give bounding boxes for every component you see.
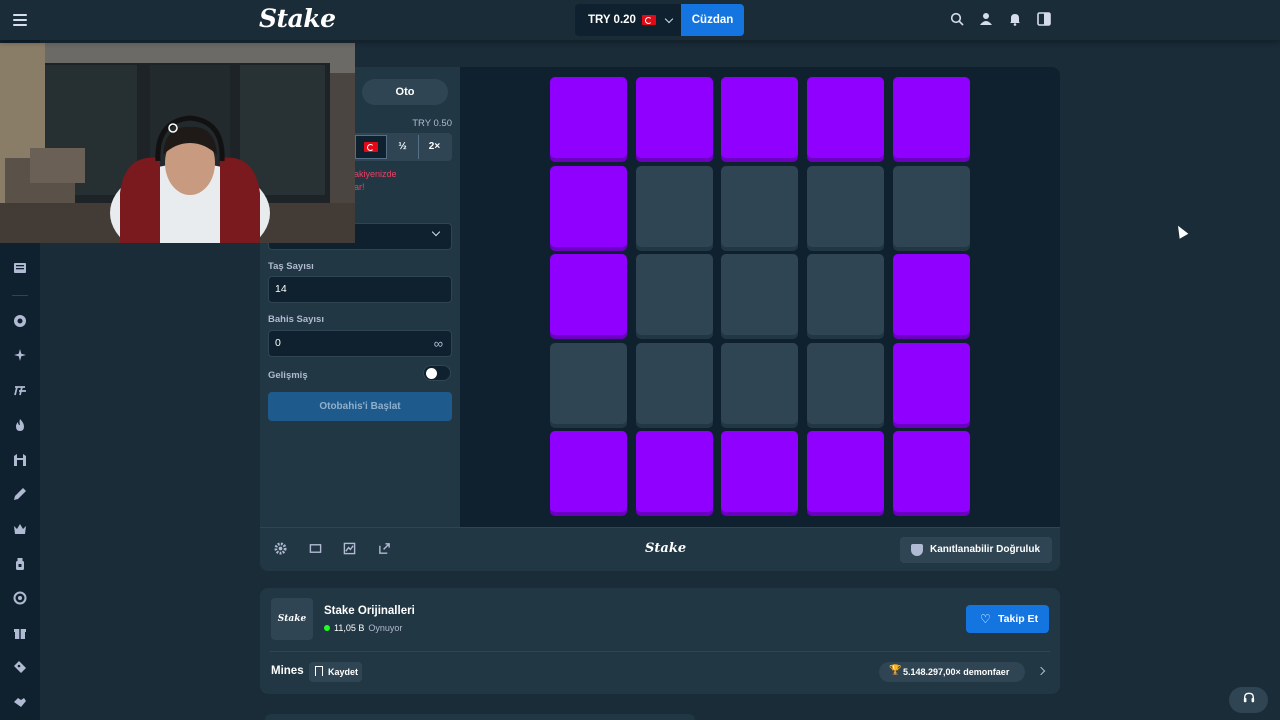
revealed-tile[interactable]: [550, 431, 627, 512]
hidden-tile[interactable]: [807, 343, 884, 424]
provably-fair-label: Kanıtlanabilir Doğruluk: [930, 544, 1041, 555]
infinity-icon[interactable]: ∞: [434, 331, 443, 356]
bookmark-icon: [315, 666, 323, 676]
trophy-icon: 🏆: [889, 665, 902, 676]
save-label: Kaydet: [328, 667, 359, 677]
hidden-tile[interactable]: [636, 166, 713, 247]
revealed-tile[interactable]: [550, 77, 627, 158]
user-icon[interactable]: [979, 12, 993, 26]
record-text: 5.148.297,00× demonfaer: [903, 667, 1010, 677]
turkey-flag-icon: [641, 15, 656, 25]
poker-chip-icon[interactable]: [12, 314, 28, 330]
settings-icon[interactable]: [273, 542, 287, 556]
footer-stake-logo: Stake: [645, 541, 687, 556]
theatre-icon[interactable]: [308, 542, 322, 556]
stats-icon[interactable]: [342, 542, 356, 556]
shield-check-icon: [911, 544, 923, 556]
mines-count-label: Taş Sayısı: [268, 261, 314, 272]
revealed-tile[interactable]: [893, 431, 970, 512]
bets-count-label: Bahis Sayısı: [268, 314, 324, 325]
hidden-tile[interactable]: [636, 254, 713, 335]
sports-icon[interactable]: [12, 383, 28, 399]
info-divider: [270, 651, 1050, 652]
top-bar: Stake TRY 0.20 Cüzdan: [0, 0, 1280, 40]
hidden-tile[interactable]: [721, 343, 798, 424]
turkey-flag-icon: [364, 142, 378, 152]
mines-grid: [550, 77, 970, 513]
stake-logo[interactable]: Stake: [259, 4, 336, 33]
balance-amount: TRY 0.20: [588, 14, 636, 26]
revealed-tile[interactable]: [893, 77, 970, 158]
players-online: 11,05 B Oynuyor: [324, 623, 402, 633]
sidebar-toggle-icon[interactable]: [1037, 12, 1051, 26]
stadium-icon[interactable]: [12, 453, 28, 469]
next-section-edge: [265, 714, 695, 720]
players-count: 11,05 B: [334, 623, 365, 633]
hidden-tile[interactable]: [721, 166, 798, 247]
ticket-icon[interactable]: [12, 660, 28, 676]
currency-flag: [355, 135, 387, 159]
handshake-icon[interactable]: [12, 695, 28, 711]
balance-warning: akiyenizde ar!: [354, 168, 397, 194]
jar-icon[interactable]: [12, 557, 28, 573]
gift-icon[interactable]: [12, 626, 28, 642]
chevron-down-icon: [431, 227, 441, 237]
start-autobet-button[interactable]: Otobahis'i Başlat: [268, 392, 452, 421]
warning-line-2: ar!: [354, 182, 365, 192]
revealed-tile[interactable]: [636, 431, 713, 512]
players-label: Oynuyor: [368, 623, 403, 633]
fire-icon[interactable]: [12, 418, 28, 434]
search-icon[interactable]: [950, 12, 964, 26]
bets-count-value: 0: [275, 337, 281, 349]
news-icon[interactable]: [12, 261, 28, 277]
revealed-tile[interactable]: [893, 343, 970, 424]
webcam-overlay: [0, 43, 355, 243]
half-bet-button[interactable]: ½: [387, 135, 418, 159]
sidebar-divider: [12, 295, 28, 296]
follow-label: Takip Et: [998, 613, 1039, 625]
hidden-tile[interactable]: [721, 254, 798, 335]
hidden-tile[interactable]: [807, 166, 884, 247]
heart-icon: ♡: [980, 612, 991, 626]
revealed-tile[interactable]: [721, 431, 798, 512]
warning-line-1: akiyenizde: [354, 169, 397, 179]
crown-icon[interactable]: [12, 522, 28, 538]
hidden-tile[interactable]: [807, 254, 884, 335]
tab-auto[interactable]: Oto: [362, 79, 448, 105]
menu-icon[interactable]: [12, 12, 28, 28]
online-dot-icon: [324, 625, 330, 631]
live-support-button[interactable]: [1229, 687, 1268, 713]
bet-amount-value: TRY 0.50: [412, 118, 452, 129]
originals-title[interactable]: Stake Orijinalleri: [324, 605, 415, 617]
mines-count-input[interactable]: 14: [268, 276, 452, 303]
pen-icon[interactable]: [12, 487, 28, 503]
game-title: Mines: [271, 665, 304, 677]
revealed-tile[interactable]: [550, 166, 627, 247]
revealed-tile[interactable]: [550, 254, 627, 335]
hidden-tile[interactable]: [636, 343, 713, 424]
advanced-label: Gelişmiş: [268, 370, 308, 381]
wallet-button[interactable]: Cüzdan: [681, 4, 744, 36]
chevron-down-icon: [664, 14, 674, 23]
originals-logo[interactable]: Stake: [271, 598, 313, 640]
revealed-tile[interactable]: [807, 431, 884, 512]
popout-icon[interactable]: [377, 542, 391, 556]
revealed-tile[interactable]: [636, 77, 713, 158]
mouse-cursor: [1173, 223, 1189, 239]
revealed-tile[interactable]: [893, 254, 970, 335]
bets-count-input[interactable]: 0 ∞: [268, 330, 452, 357]
follow-button[interactable]: Takip Et: [966, 605, 1049, 633]
advanced-toggle[interactable]: [423, 365, 451, 381]
lifebuoy-icon[interactable]: [12, 591, 28, 607]
hidden-tile[interactable]: [550, 343, 627, 424]
revealed-tile[interactable]: [721, 77, 798, 158]
balance-selector[interactable]: TRY 0.20: [575, 4, 682, 36]
hidden-tile[interactable]: [893, 166, 970, 247]
bell-icon[interactable]: [1008, 12, 1022, 26]
headset-icon: [1243, 692, 1254, 703]
header-icons: [950, 12, 1051, 26]
revealed-tile[interactable]: [807, 77, 884, 158]
double-bet-button[interactable]: 2×: [418, 135, 450, 159]
sparkle-icon[interactable]: [12, 348, 28, 364]
